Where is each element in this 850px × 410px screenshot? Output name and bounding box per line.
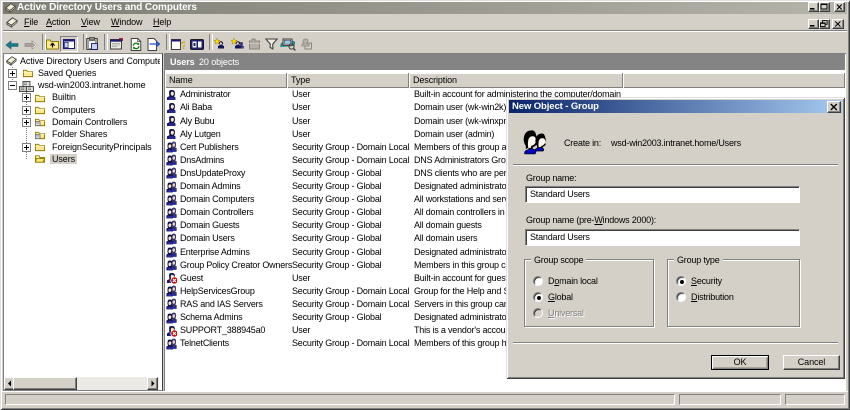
svg-text:?: ? [181, 40, 186, 51]
